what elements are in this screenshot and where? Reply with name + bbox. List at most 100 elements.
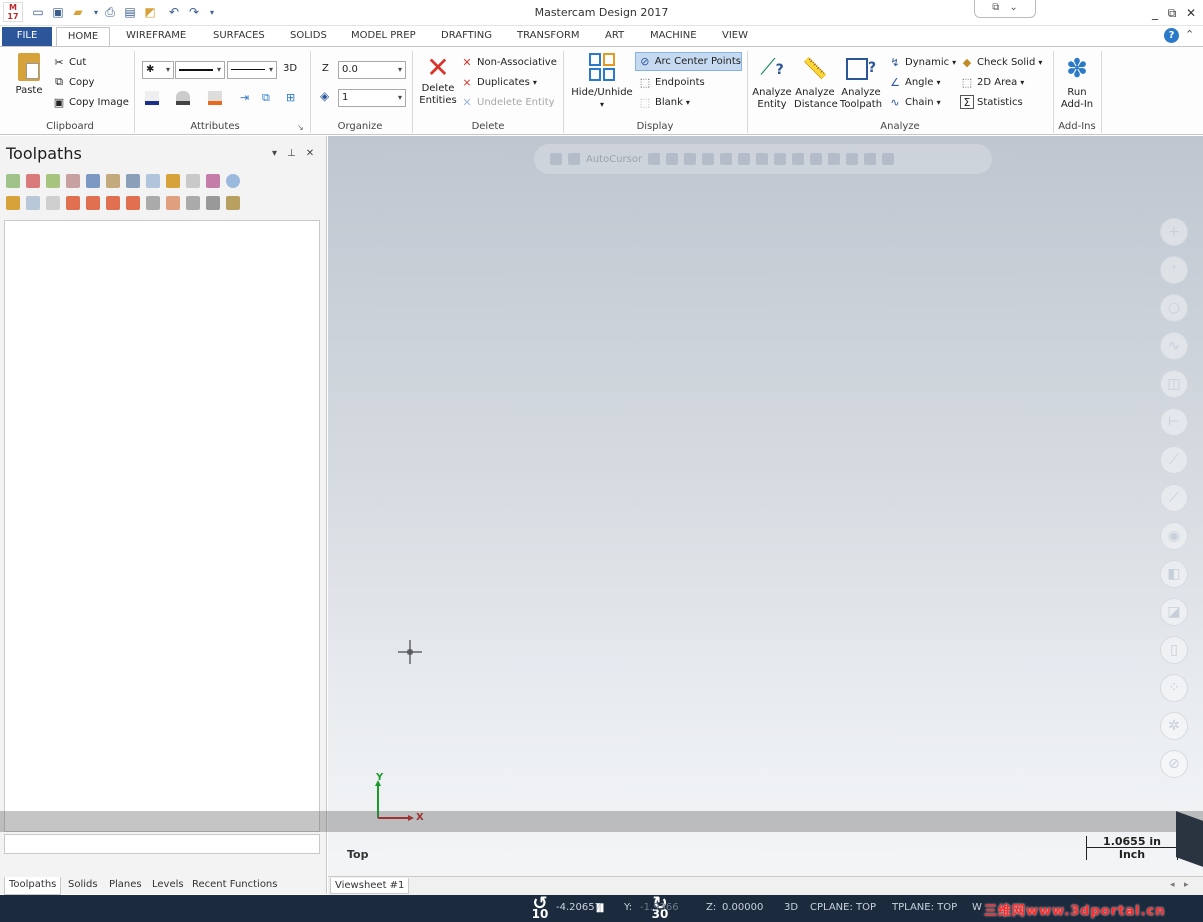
no-icon[interactable]: ⊘ [1160, 750, 1188, 778]
display-selected-icon[interactable] [166, 196, 180, 210]
copy-button[interactable]: ⧉ Copy [52, 75, 94, 89]
2d-area-button[interactable]: ⬚ 2D Area ▾ [960, 75, 1024, 89]
tab-solids[interactable]: SOLIDS [283, 27, 334, 46]
attribute-manager-icon[interactable]: ⊞ [286, 91, 302, 105]
only-selected-icon[interactable] [146, 196, 160, 210]
box-icon[interactable]: ◫ [1160, 370, 1188, 398]
viewsheet-tab[interactable]: Viewsheet #1 [330, 878, 410, 894]
set-all-icon[interactable]: ⧉ [262, 91, 278, 105]
chevron-down-icon[interactable]: ▾ [1020, 78, 1024, 87]
solid-color-icon[interactable] [176, 91, 190, 105]
help-circle-icon[interactable] [226, 174, 240, 188]
tab-solids-panel[interactable]: Solids [64, 877, 102, 895]
panel-menu-icon[interactable]: ▾ [272, 148, 277, 159]
feature-select-icon[interactable] [774, 153, 787, 165]
line-style-dropdown[interactable] [175, 61, 225, 79]
minimize-button[interactable]: _ [1146, 6, 1164, 20]
move-down-icon[interactable] [66, 196, 80, 210]
reselect-icon[interactable] [882, 153, 895, 165]
tab-surfaces[interactable]: SURFACES [206, 27, 272, 46]
dynamic-button[interactable]: ↯ Dynamic ▾ [888, 55, 956, 69]
help-icon[interactable]: ? [1164, 28, 1179, 43]
area-select-icon[interactable] [828, 153, 841, 165]
endpoints-toggle[interactable]: ⬚ Endpoints [638, 75, 705, 89]
hide-unhide-button[interactable]: Hide/Unhide ▾ [568, 53, 636, 111]
point-style-dropdown[interactable]: ✱ [142, 61, 174, 79]
settings-icon[interactable]: ✲ [1160, 712, 1188, 740]
z-depth-input[interactable]: 0.0 [338, 61, 406, 79]
angle-button[interactable]: ∠ Angle ▾ [888, 75, 940, 89]
scroll-right-icon[interactable]: ▸ [1184, 880, 1189, 890]
tab-art[interactable]: ART [598, 27, 631, 46]
maximize-button[interactable]: ⧉ [1163, 6, 1181, 21]
autocursor-icon[interactable] [568, 153, 580, 165]
tplane-status[interactable]: TPLANE: TOP [892, 902, 957, 913]
tab-file[interactable]: FILE [2, 27, 52, 46]
ruler-icon[interactable]: ⟋ [1160, 446, 1188, 474]
scroll-left-icon[interactable]: ◂ [1170, 880, 1175, 890]
duplicates-button[interactable]: ⨯ Duplicates ▾ [460, 75, 537, 89]
backplot-icon[interactable] [86, 174, 100, 188]
panel-close-icon[interactable]: ✕ [306, 148, 314, 159]
toolpath-filter-icon[interactable] [206, 196, 220, 210]
paste-button[interactable]: Paste [10, 53, 48, 97]
undelete-entity-button[interactable]: ✕ Undelete Entity [460, 95, 554, 109]
restore-icon[interactable]: ⧉ [992, 2, 999, 17]
level-input[interactable]: 1 [338, 89, 406, 107]
attributes-launcher-icon[interactable]: ↘ [297, 123, 304, 132]
mode-3d[interactable]: 3D [784, 902, 798, 913]
tab-levels[interactable]: Levels [148, 877, 188, 895]
restore-help-tab[interactable]: ⧉ ⌄ [974, 0, 1036, 18]
analyze-toolpath-button[interactable]: ? Analyze Toolpath [838, 53, 884, 111]
viewcube-corner-icon[interactable] [1176, 811, 1203, 867]
3d-toggle[interactable]: 3D [283, 63, 297, 74]
select-arrow-icon[interactable] [684, 153, 697, 165]
collapse-icon[interactable]: ⌄ [1009, 2, 1017, 17]
scroll-icon[interactable] [126, 196, 140, 210]
lock-icon[interactable] [550, 153, 562, 165]
cylinder-icon[interactable]: ◉ [1160, 522, 1188, 550]
toolpath-tree[interactable] [4, 220, 320, 832]
analyze-entity-button[interactable]: ⟋? Analyze Entity [752, 53, 792, 111]
circle-icon[interactable]: ○ [1160, 294, 1188, 322]
chevron-down-icon[interactable]: ▾ [686, 98, 690, 107]
fast-point-icon[interactable] [648, 153, 661, 165]
window-select-icon[interactable] [792, 153, 805, 165]
tab-recent-functions[interactable]: Recent Functions [188, 877, 281, 895]
point-icon[interactable]: ⁺ [1160, 256, 1188, 284]
tab-machine[interactable]: MACHINE [643, 27, 704, 46]
analyze-distance-button[interactable]: 📏 Analyze Distance [794, 53, 838, 111]
move-up-icon[interactable] [86, 196, 100, 210]
toggle-icon[interactable] [186, 174, 200, 188]
autocursor-label[interactable]: AutoCursor [586, 154, 642, 165]
tab-planes[interactable]: Planes [105, 877, 146, 895]
ribbon-collapse-icon[interactable]: ⌃ [1185, 28, 1194, 41]
pin-icon[interactable]: ⊥ [287, 148, 296, 159]
tab-wireframe[interactable]: WIREFRAME [119, 27, 193, 46]
dimension-icon[interactable]: ⊢ [1160, 408, 1188, 436]
expand-icon[interactable] [166, 174, 180, 188]
set-attributes-icon[interactable]: ⇥ [240, 91, 256, 105]
graphics-viewport[interactable]: AutoCursor + ⁺ ○ ∿ ◫ ⊢ ⟋ ⟋ ◉ ◧ ◪ ▯ ⁘ ✲ ⊘… [328, 136, 1203, 895]
tab-model-prep[interactable]: MODEL PREP [344, 27, 423, 46]
gear-icon[interactable] [666, 153, 679, 165]
chevron-down-icon[interactable]: ▾ [533, 78, 537, 87]
level-icon[interactable]: ▯ [1160, 636, 1188, 664]
plus-icon[interactable]: + [1160, 218, 1188, 246]
cplane-status[interactable]: CPLANE: TOP [810, 902, 876, 913]
close-button[interactable]: ✕ [1182, 6, 1200, 20]
chain-button[interactable]: ∿ Chain ▾ [888, 95, 940, 109]
solid-face-icon[interactable] [864, 153, 877, 165]
run-addin-button[interactable]: ✽ Run Add-In [1056, 53, 1098, 111]
edge-select-icon[interactable] [738, 153, 751, 165]
wcs-status[interactable]: W [972, 902, 982, 913]
body-select-icon[interactable] [756, 153, 769, 165]
regenerate-icon[interactable] [46, 174, 60, 188]
verify-select-icon[interactable] [810, 153, 823, 165]
chevron-down-icon[interactable]: ▾ [568, 99, 636, 111]
tab-drafting[interactable]: DRAFTING [434, 27, 499, 46]
spline-icon[interactable]: ∿ [1160, 332, 1188, 360]
chevron-down-icon[interactable]: ▾ [936, 78, 940, 87]
cut-button[interactable]: ✂ Cut [52, 55, 86, 69]
cube-color-icon[interactable]: ◪ [1160, 598, 1188, 626]
